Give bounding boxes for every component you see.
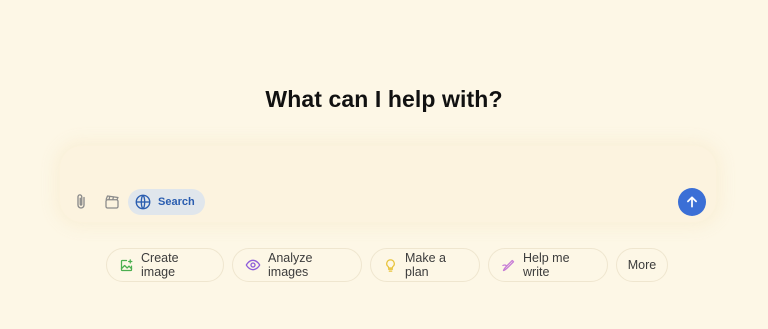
help-me-write-label: Help me write (523, 251, 570, 279)
help-me-write-chip[interactable]: Help me write (488, 248, 608, 282)
page-title: What can I help with? (265, 86, 503, 112)
arrow-up-icon (685, 195, 699, 209)
analyze-images-chip[interactable]: Analyze images (232, 248, 362, 282)
create-image-label: Create image (141, 251, 179, 279)
make-a-plan-chip[interactable]: Make a plan (370, 248, 480, 282)
create-image-chip[interactable]: Create image (106, 248, 224, 282)
pen-icon (501, 258, 516, 273)
make-a-plan-label: Make a plan (405, 251, 446, 279)
send-button[interactable] (678, 188, 706, 216)
analyze-images-label: Analyze images (268, 251, 313, 279)
globe-icon (134, 193, 152, 211)
search-label: Search (158, 196, 195, 208)
eye-icon (245, 257, 261, 273)
search-toggle-button[interactable]: Search (128, 189, 205, 215)
paperclip-icon[interactable] (71, 192, 91, 212)
more-chip[interactable]: More (616, 248, 668, 282)
more-label: More (627, 258, 657, 272)
image-icon (119, 258, 134, 273)
suggestion-chips: Create image Analyze images Make a plan … (0, 248, 768, 282)
clapperboard-icon[interactable] (102, 192, 122, 212)
lightbulb-icon (383, 258, 398, 273)
